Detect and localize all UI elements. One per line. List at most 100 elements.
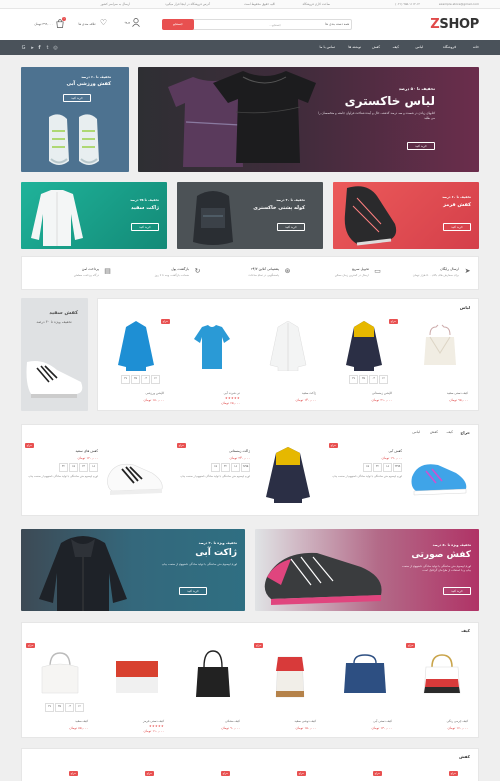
cart-total: ۳۹۹,۰۰۰ تومان bbox=[34, 22, 53, 26]
top-email[interactable]: example.store@gmail.com bbox=[439, 2, 479, 6]
account-link[interactable]: ورود bbox=[118, 18, 140, 31]
product-card[interactable]: کیف دستی آبی ۱۳۰,۰۰۰ تومان bbox=[326, 639, 402, 737]
product-image bbox=[269, 321, 307, 371]
product-card[interactable]: کیف دستی قرمز ★★★★★ ۱۱۰,۰۰۰ تومان bbox=[98, 639, 174, 737]
product-card[interactable]: ژاکت سفید ۱۴۰,۰۰۰ تومان bbox=[250, 315, 326, 411]
nav-item-bags[interactable]: کیف bbox=[393, 45, 399, 49]
product-card[interactable]: حراج ۱۲ ۰۴ ۳۵ ۲۷ کاپشن ورزشی ۱۸۰,۰۰۰ تومان bbox=[98, 315, 174, 411]
section-shoes: کفش حراج حراج حراج حراج حراج حراج bbox=[21, 748, 479, 781]
feature-money-back: ↻ بازگشت پول ضمانت بازگشت وجه تا ۷ روز bbox=[154, 267, 201, 277]
hero-side-discount: تخفیف تا ۶۰ درصد bbox=[81, 75, 111, 79]
countdown-timer: ۱۲ ۰۴ ۳۵ ۲۷ bbox=[45, 703, 84, 712]
site-header: ZSHOP همه دسته بندی ها جستجو... جستجو ور… bbox=[0, 9, 500, 40]
nav-item-shoes[interactable]: کفش bbox=[372, 45, 380, 49]
countdown-timer: ۲۷۹۵ ۱۸ ۴۲ ۱۵ bbox=[211, 463, 250, 472]
googleplus-icon[interactable]: G bbox=[21, 45, 26, 51]
product-image bbox=[196, 650, 230, 697]
product-card[interactable]: حراج کیف دوشی سفید ۱۵۰,۰۰۰ تومان bbox=[250, 639, 326, 737]
wishlist-label: علاقه مندی ها bbox=[78, 22, 96, 26]
top-address: آدرس فروشگاه در اینجا قرار میگیرد bbox=[165, 2, 210, 6]
product-image bbox=[194, 325, 230, 369]
sale-badge: حراج bbox=[144, 771, 154, 776]
hero-banner-gray-shirt[interactable]: تخفیف تا ۵۰ درصد لباس خاکستری کتابهای زی… bbox=[138, 67, 479, 172]
blue-shoes-image bbox=[49, 114, 99, 165]
refresh-icon: ↻ bbox=[194, 267, 201, 275]
countdown-timer: ۱۲ ۰۴ ۳۵ ۲۷ bbox=[121, 375, 160, 384]
sale-badge: حراج bbox=[176, 443, 186, 448]
product-card[interactable]: تی شرت آبی ★★★★★ ۶۵,۰۰۰ تومان bbox=[174, 315, 250, 411]
top-phone[interactable]: (۰۲۱) ۹۵۵-۱۱۱۲-۱۲ bbox=[395, 2, 420, 6]
sale-badge: حراج bbox=[24, 443, 34, 448]
countdown-timer: ۲۴۹۹ ۱۸ ۴۲ ۱۵ bbox=[363, 463, 402, 472]
promo-pink-button[interactable]: خرید کنید bbox=[443, 587, 471, 595]
search-input[interactable]: جستجو... bbox=[269, 23, 281, 27]
product-card[interactable]: کیف دستی سفید ۹۵,۰۰۰ تومان bbox=[402, 315, 478, 411]
promo-white-jacket[interactable]: تخفیف تا ۲۵ درصد ژاکت سفید خرید کنید bbox=[21, 182, 167, 249]
promo-red-shoes[interactable]: تخفیف تا ۶۰ درصد کفش قرمز خرید کنید bbox=[333, 182, 479, 249]
countdown-timer: ۱۲ ۰۴ ۳۵ ۲۷ bbox=[349, 375, 388, 384]
hero-shop-button[interactable]: خرید کنید bbox=[407, 142, 435, 150]
sale-badge: حراج bbox=[406, 643, 416, 648]
promo-jacket-big-title: ژاکت آبی bbox=[195, 548, 237, 558]
wishlist-link[interactable]: ♡ علاقه مندی ها bbox=[67, 18, 107, 31]
sale-badge: حراج bbox=[68, 771, 78, 776]
sidebanner-sub: تخفیف ویژه تا ۳۰ درصد bbox=[36, 320, 72, 324]
product-image bbox=[411, 464, 467, 496]
product-image bbox=[275, 656, 305, 698]
product-card[interactable]: حراج کیف چرمی رنگی ۱۶۰,۰۰۰ تومان bbox=[402, 639, 478, 737]
promo-gray-backpack[interactable]: تخفیف تا ۳۰ درصد کوله پشتی خاکستری خرید … bbox=[177, 182, 323, 249]
search-category-select[interactable]: همه دسته بندی ها bbox=[325, 22, 349, 26]
cart-link[interactable]: ۱ ۳۹۹,۰۰۰ تومان bbox=[18, 17, 66, 31]
hero-side-shop-button[interactable]: خرید کنید bbox=[63, 94, 91, 102]
facebook-icon[interactable]: f bbox=[37, 45, 42, 51]
promo-blue-jacket[interactable]: تخفیف ویژه تا ۴۰ درصد ژاکت آبی لورم ایپس… bbox=[21, 529, 245, 611]
logo[interactable]: ZSHOP bbox=[430, 17, 479, 32]
sale-product-card[interactable]: حراج کفش های سفید ۱۲۰,۰۰۰ تومان ۱۸ ۲۳ ۱۵ ۴۲… bbox=[22, 439, 174, 515]
top-bar: example.store@gmail.com (۰۲۱) ۹۵۵-۱۱۱۲-۱… bbox=[0, 0, 500, 9]
hero-side-title: کفش ورزشی آبی bbox=[66, 81, 111, 87]
hero-discount: تخفیف تا ۵۰ درصد bbox=[398, 86, 435, 91]
promo-pink-desc: لورم ایپسوم متن ساختگی با تولید سادگی نا… bbox=[401, 564, 471, 572]
nav-item-clothes[interactable]: لباس bbox=[416, 45, 423, 49]
feature-free-shipping: ➤ ارسال رایگان برای سفارش های بالای ۵۰۰ … bbox=[412, 267, 471, 277]
tab-bags[interactable]: کیف bbox=[446, 430, 453, 434]
sidebanner-white-shoes[interactable]: کفش سفید تخفیف ویژه تا ۳۰ درصد bbox=[21, 298, 88, 411]
instagram-icon[interactable]: ◎ bbox=[53, 45, 58, 51]
product-card[interactable]: حراج ۱۲ ۰۴ ۳۵ ۲۷ کیف سفید ۸۵,۰۰۰ تومان bbox=[22, 639, 98, 737]
product-card[interactable]: کیف مشکی ۹۰,۰۰۰ تومان bbox=[174, 639, 250, 737]
sale-badge: حراج bbox=[220, 771, 230, 776]
promo-red-title: کفش قرمز bbox=[443, 202, 471, 208]
product-image bbox=[346, 321, 382, 371]
search-button[interactable]: جستجو bbox=[162, 19, 194, 30]
promo-backpack-button[interactable]: خرید کنید bbox=[277, 223, 305, 231]
twitter-icon[interactable]: t bbox=[45, 45, 50, 51]
nav-item-contact[interactable]: تماس با ما bbox=[319, 45, 335, 49]
sale-product-card[interactable]: حراج ژاکت زمستانی ۲۴۰,۰۰۰ تومان ۲۷۹۵ ۱۸ ۴۲… bbox=[174, 439, 326, 515]
send-icon: ➤ bbox=[464, 267, 471, 275]
hero-banner-blue-shoes[interactable]: تخفیف تا ۶۰ درصد کفش ورزشی آبی خرید کنید bbox=[21, 67, 129, 172]
promo-jacket-button[interactable]: خرید کنید bbox=[131, 223, 159, 231]
sale-badge: حراج bbox=[254, 643, 264, 648]
product-image bbox=[344, 654, 386, 693]
sale-product-card[interactable]: حراج کفش آبی ۱۹۰,۰۰۰ تومان ۲۴۹۹ ۱۸ ۴۲ ۱۵ لو… bbox=[326, 439, 478, 515]
sale-badge: حراج bbox=[160, 319, 170, 324]
promo-pink-shoes[interactable]: تخفیف ویژه تا ۵۰ درصد کفش صورتی لورم ایپ… bbox=[255, 529, 479, 611]
tab-shoes[interactable]: کفش bbox=[430, 430, 438, 434]
promo-jacket-discount: تخفیف تا ۲۵ درصد bbox=[130, 198, 159, 202]
promo-jacket-big-button[interactable]: خرید کنید bbox=[179, 587, 207, 595]
login-link[interactable]: ورود bbox=[124, 20, 130, 24]
nav-item-shop[interactable]: فروشگاه bbox=[443, 45, 456, 49]
promo-backpack-discount: تخفیف تا ۳۰ درصد bbox=[276, 198, 305, 202]
truck-icon: ▭ bbox=[374, 267, 381, 275]
nav-item-home[interactable]: خانه bbox=[473, 45, 479, 49]
tab-clothes[interactable]: لباس bbox=[412, 430, 420, 434]
top-rights: کلیه حقوق محفوظ است bbox=[244, 2, 275, 6]
product-image bbox=[266, 447, 310, 503]
cart-badge: ۱ bbox=[62, 17, 66, 21]
product-card[interactable]: حراج ۱۲ ۰۴ ۳۵ ۲۷ کاپشن زمستانی ۲۱۰,۰۰۰ توما… bbox=[326, 315, 402, 411]
rating-stars: ★★★★★ bbox=[149, 724, 164, 728]
nav-item-blog[interactable]: نوشته ها bbox=[348, 45, 361, 49]
youtube-icon[interactable]: ▸ bbox=[30, 45, 35, 51]
countdown-timer: ۱۸ ۲۳ ۱۵ ۴۲ bbox=[59, 463, 98, 472]
promo-red-button[interactable]: خرید کنید bbox=[443, 223, 471, 231]
